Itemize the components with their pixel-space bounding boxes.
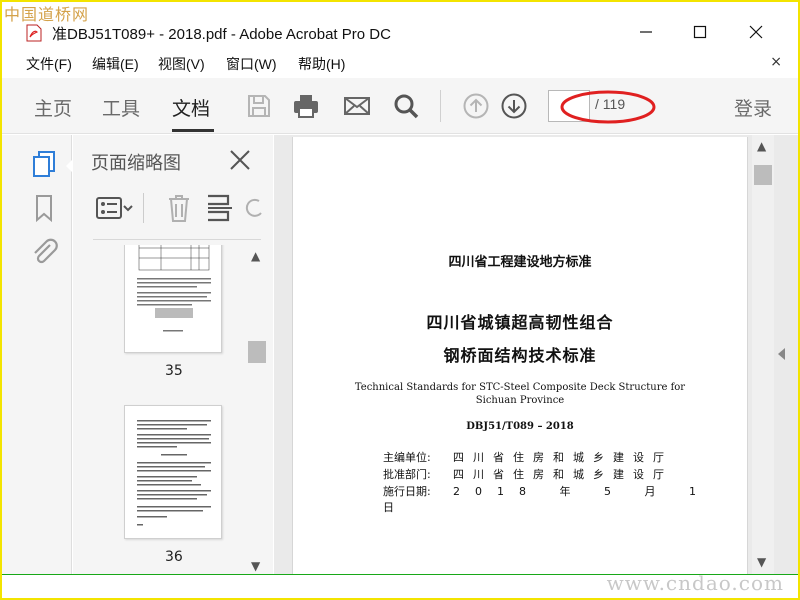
scroll-down-icon[interactable]: ▼ [757, 555, 766, 569]
doc-info-key: 施行日期: [383, 485, 431, 498]
page-thumbnail[interactable] [124, 245, 222, 353]
panel-divider [93, 239, 261, 240]
doc-info-key: 主编单位: [383, 451, 431, 464]
expand-right-pane-icon[interactable] [778, 348, 785, 360]
watermark-top: 中国道桥网 [4, 5, 90, 24]
panel-toolbar [73, 191, 273, 231]
scroll-up-icon[interactable]: ▲ [757, 139, 766, 153]
pdf-file-icon [26, 24, 42, 42]
maximize-button[interactable] [688, 20, 712, 44]
search-icon[interactable] [392, 92, 420, 120]
annotation-ellipse [560, 90, 656, 124]
page-thumbnails-icon[interactable] [30, 149, 58, 179]
menu-help[interactable]: 帮助(H) [298, 54, 345, 74]
print-icon[interactable] [292, 92, 320, 120]
save-icon[interactable] [245, 92, 273, 120]
navigation-rail [2, 135, 73, 575]
rotate-page-icon[interactable] [245, 191, 265, 225]
window-title: 准DBJ51T089+ - 2018.pdf - Adobe Acrobat P… [52, 26, 391, 43]
doc-info-row: 主编单位: 四川省住房和城乡建设厅 [383, 449, 673, 465]
menu-file[interactable]: 文件(F) [26, 54, 72, 74]
document-scrollbar[interactable]: ▲ ▼ [752, 135, 774, 575]
toolbar-separator [440, 90, 441, 122]
main-toolbar: 主页 工具 文档 / 119 登录 [2, 78, 798, 134]
page-thumbnail[interactable] [124, 405, 222, 539]
menu-bar: 文件(F) 编辑(E) 视图(V) 窗口(W) 帮助(H) × [2, 50, 798, 76]
next-page-icon[interactable] [500, 92, 528, 120]
login-link[interactable]: 登录 [734, 94, 772, 121]
panel-title: 页面缩略图 [91, 153, 181, 174]
scrollbar-thumb[interactable] [754, 165, 772, 185]
thumbnail-label: 36 [165, 549, 183, 565]
tab-document[interactable]: 文档 [172, 94, 210, 121]
close-icon[interactable] [227, 147, 253, 173]
attachment-icon[interactable] [30, 237, 58, 267]
document-view: 四川省工程建设地方标准 四川省城镇超高韧性组合 钢桥面结构技术标准 Techni… [274, 135, 798, 575]
tab-tools[interactable]: 工具 [102, 94, 140, 121]
scroll-up-icon[interactable]: ▲ [251, 249, 260, 263]
scroll-down-icon[interactable]: ▼ [251, 559, 260, 573]
thumbnails-panel: 页面缩略图 35 36 ▲ ▼ [73, 135, 273, 575]
doc-code: DBJ51/T089 – 2018 [466, 421, 574, 432]
doc-info-value: 四川省住房和城乡建设厅 [453, 468, 673, 481]
thumbnail-label: 35 [165, 363, 183, 379]
close-document-icon[interactable]: × [770, 54, 782, 70]
menu-edit[interactable]: 编辑(E) [92, 54, 139, 74]
scrollbar-thumb[interactable] [248, 341, 266, 363]
doc-title-line2: 钢桥面结构技术标准 [443, 346, 597, 365]
bookmark-icon[interactable] [30, 193, 58, 223]
doc-english-line2: Sichuan Province [475, 395, 565, 406]
minimize-button[interactable] [634, 20, 658, 44]
tab-home[interactable]: 主页 [34, 94, 72, 121]
email-icon[interactable] [343, 92, 371, 120]
doc-english-title: Technical Standards for STC-Steel Compos… [293, 381, 747, 407]
active-tab-indicator [172, 129, 214, 132]
pdf-page: 四川省工程建设地方标准 四川省城镇超高韧性组合 钢桥面结构技术标准 Techni… [292, 137, 748, 575]
doc-header: 四川省工程建设地方标准 [448, 255, 592, 270]
doc-info-row: 施行日期: 2018 年 5 月 1 日 [383, 483, 747, 515]
menu-window[interactable]: 窗口(W) [226, 54, 277, 74]
thumbnail-scrollbar[interactable]: ▲ ▼ [247, 245, 267, 575]
prev-page-icon[interactable] [462, 92, 490, 120]
title-bar: 准DBJ51T089+ - 2018.pdf - Adobe Acrobat P… [2, 16, 798, 48]
thumbnail-list: 35 36 [73, 245, 243, 575]
close-window-button[interactable] [744, 20, 768, 44]
doc-info-key: 批准部门: [383, 468, 431, 481]
doc-title-line1: 四川省城镇超高韧性组合 [426, 313, 614, 332]
menu-view[interactable]: 视图(V) [158, 54, 205, 74]
doc-english-line1: Technical Standards for STC-Steel Compos… [354, 382, 686, 393]
doc-info-row: 批准部门: 四川省住房和城乡建设厅 [383, 466, 673, 482]
doc-info-value: 四川省住房和城乡建设厅 [453, 451, 673, 464]
extract-page-icon[interactable] [205, 191, 235, 225]
watermark-bottom: www.cndao.com [606, 571, 784, 595]
rail-active-pointer [66, 159, 73, 173]
panel-toolbar-separator [143, 193, 144, 223]
thumbnail-options-icon[interactable] [95, 191, 135, 225]
delete-page-icon[interactable] [165, 191, 193, 225]
